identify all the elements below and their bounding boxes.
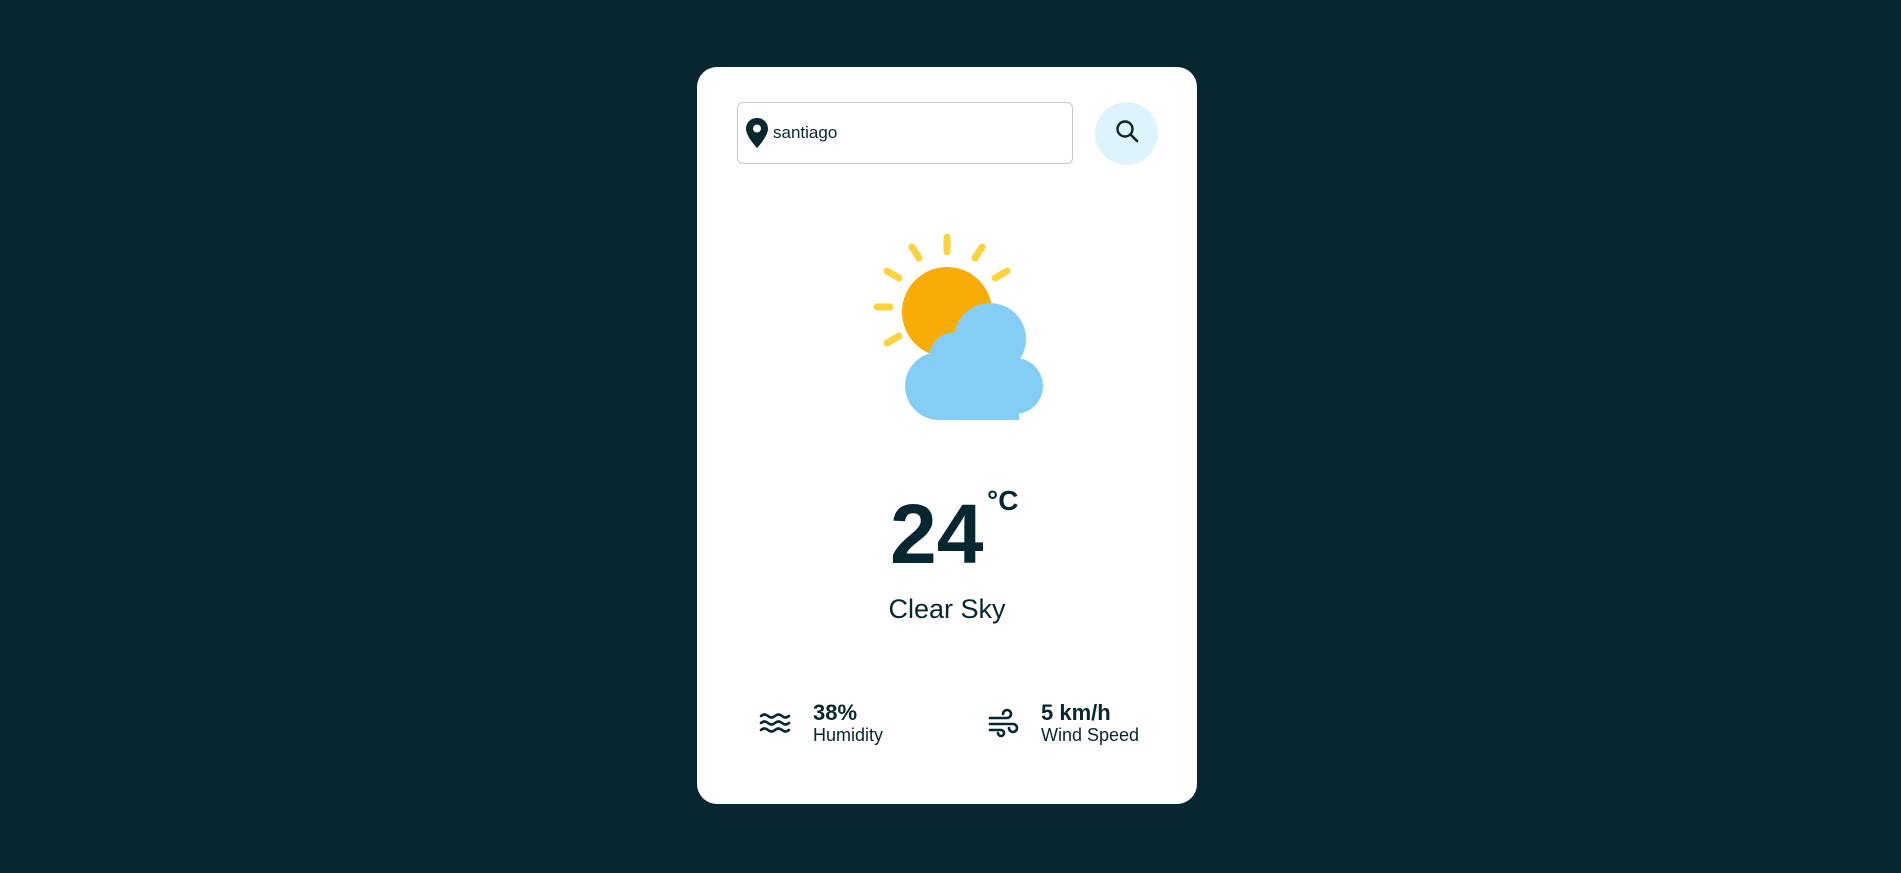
search-input[interactable] xyxy=(773,103,1063,163)
weather-description: Clear Sky xyxy=(888,594,1006,624)
temperature-unit: °C xyxy=(987,485,1019,516)
search-button[interactable] xyxy=(1095,102,1158,165)
temperature-value: 24 xyxy=(890,487,984,581)
humidity-value: 38% xyxy=(813,700,858,725)
wind-detail: 5 km/h Wind Speed xyxy=(987,700,1139,747)
search-box[interactable] xyxy=(737,102,1073,164)
waves-icon xyxy=(759,707,791,739)
weather-card: 24 °C Clear Sky 38% Humidity xyxy=(697,67,1197,804)
wind-icon xyxy=(987,707,1019,739)
wind-speed-label: Wind Speed xyxy=(1041,725,1140,746)
location-pin-icon xyxy=(745,117,769,149)
wind-speed-value: 5 km/h xyxy=(1041,700,1111,725)
search-icon xyxy=(1115,119,1139,148)
humidity-label: Humidity xyxy=(813,725,884,746)
humidity-detail: 38% Humidity xyxy=(759,700,883,747)
sun-behind-cloud-icon xyxy=(837,227,1057,437)
temperature-display: 24 °C xyxy=(697,485,1197,592)
